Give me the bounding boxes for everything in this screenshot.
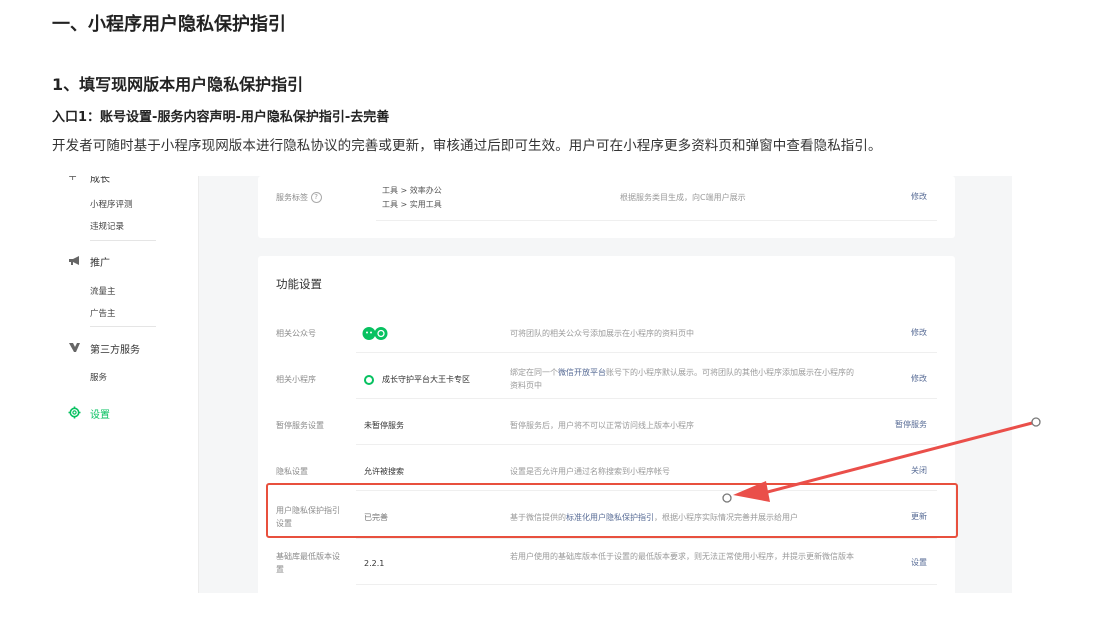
row-desc: 基于微信提供的标准化用户隐私保护指引，根据小程序实际情况完善并展示给用户 xyxy=(510,513,798,522)
section-heading: 1、填写现网版本用户隐私保护指引 xyxy=(52,75,304,94)
row-label: 暂停服务设置 xyxy=(276,421,324,430)
sidebar-item-service[interactable]: 服务 xyxy=(90,371,107,383)
divider xyxy=(90,326,156,327)
row-value: 允许被搜索 xyxy=(364,467,404,476)
divider xyxy=(356,490,937,491)
gear-icon xyxy=(68,406,82,419)
plus-icon: + xyxy=(68,176,78,183)
service-tag-1: 工具 > 效率办公 xyxy=(382,186,442,195)
row-desc: 设置是否允许用户通过名称搜索到小程序帐号 xyxy=(510,467,670,476)
divider xyxy=(356,444,937,445)
megaphone-icon xyxy=(68,255,82,267)
intro-paragraph: 开发者可随时基于小程序现网版本进行隐私协议的完善或更新，审核通过后即可生效。用户… xyxy=(52,138,882,154)
page-heading: 一、小程序用户隐私保护指引 xyxy=(52,14,286,35)
sidebar-group-growth[interactable]: 成长 xyxy=(90,176,110,185)
divider xyxy=(356,538,937,539)
sidebar-item-settings[interactable]: 设置 xyxy=(90,406,110,421)
privacy-guide-link[interactable]: 标准化用户隐私保护指引 xyxy=(566,513,654,522)
row-desc: 绑定在同一个微信开放平台账号下的小程序默认展示。可将团队的其他小程序添加展示在小… xyxy=(510,368,854,390)
row-label: 隐私设置 xyxy=(276,467,308,476)
service-tags-desc: 根据服务类目生成，向C端用户展示 xyxy=(620,193,746,202)
pause-service-link[interactable]: 暂停服务 xyxy=(895,419,927,430)
feature-settings-card: 功能设置 相关公众号 可将团队的相关公众号添加展示在小程序的资料页中 修改 相关… xyxy=(258,256,955,593)
help-circle-icon[interactable]: ? xyxy=(310,192,322,203)
sidebar-item-evaluation[interactable]: 小程序评测 xyxy=(90,198,133,210)
divider xyxy=(356,584,937,585)
close-privacy-link[interactable]: 关闭 xyxy=(911,465,927,476)
edit-related-miniprograms-link[interactable]: 修改 xyxy=(911,373,927,384)
row-label: 相关公众号 xyxy=(276,329,316,338)
row-value: 已完善 xyxy=(364,513,388,522)
divider xyxy=(356,398,937,399)
row-label: 设置 xyxy=(276,519,292,528)
row-desc: 暂停服务后，用户将不可以正常访问线上版本小程序 xyxy=(510,421,694,430)
row-value: 成长守护平台大王卡专区 xyxy=(382,375,470,384)
set-min-version-link[interactable]: 设置 xyxy=(911,557,927,568)
row-desc: 可将团队的相关公众号添加展示在小程序的资料页中 xyxy=(510,329,694,338)
wechat-icon xyxy=(362,326,388,340)
open-platform-link[interactable]: 微信开放平台 xyxy=(558,368,606,377)
row-desc: 若用户使用的基础库版本低于设置的最低版本要求，则无法正常使用小程序，并提示更新微… xyxy=(510,552,854,561)
sidebar-group-third-party[interactable]: 第三方服务 xyxy=(90,341,140,356)
edit-related-accounts-link[interactable]: 修改 xyxy=(911,327,927,338)
miniprogram-icon xyxy=(364,375,374,385)
sidebar-group-promote[interactable]: 推广 xyxy=(90,254,110,269)
update-privacy-guide-link[interactable]: 更新 xyxy=(911,511,927,522)
service-tag-2: 工具 > 实用工具 xyxy=(382,200,442,209)
row-label: 置 xyxy=(276,565,284,574)
service-tags-card: 服务标签 ? 工具 > 效率办公 工具 > 实用工具 根据服务类目生成，向C端用… xyxy=(258,176,955,238)
row-value: 未暂停服务 xyxy=(364,421,404,430)
row-value: 2.2.1 xyxy=(364,559,385,568)
divider xyxy=(356,352,937,353)
service-tags-label: 服务标签 ? xyxy=(276,191,322,204)
screenshot-panel: + 成长 小程序评测 违规记录 推广 流量主 广告主 第三方服务 服务 设置 服… xyxy=(52,176,1012,593)
entry-heading: 入口1：账号设置-服务内容声明-用户隐私保护指引-去完善 xyxy=(52,110,390,125)
sidebar-item-violations[interactable]: 违规记录 xyxy=(90,220,124,232)
sidebar: + 成长 小程序评测 违规记录 推广 流量主 广告主 第三方服务 服务 设置 xyxy=(52,176,199,593)
divider xyxy=(376,220,937,221)
third-party-icon xyxy=(68,342,82,354)
edit-service-tags-link[interactable]: 修改 xyxy=(911,191,927,202)
row-label: 相关小程序 xyxy=(276,375,316,384)
divider xyxy=(90,240,156,241)
section-title: 功能设置 xyxy=(276,277,322,291)
row-label: 基础库最低版本设 xyxy=(276,552,340,561)
row-label: 用户隐私保护指引 xyxy=(276,506,340,515)
sidebar-item-advertiser[interactable]: 广告主 xyxy=(90,307,116,319)
sidebar-item-traffic[interactable]: 流量主 xyxy=(90,285,116,297)
